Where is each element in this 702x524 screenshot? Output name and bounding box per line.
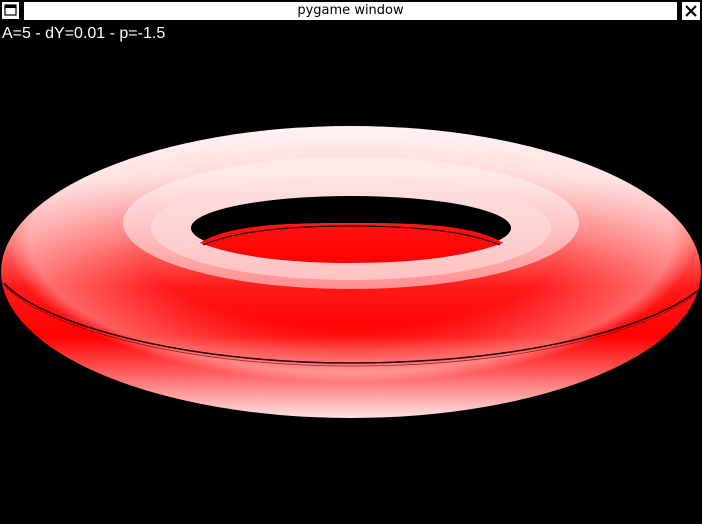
pygame-window: pygame window A=5 - dY=0.01 - p=-1.5 <box>0 0 702 524</box>
render-canvas[interactable]: A=5 - dY=0.01 - p=-1.5 <box>0 23 702 524</box>
close-button[interactable] <box>681 1 701 21</box>
window-menu-icon <box>4 4 17 16</box>
close-icon <box>685 5 697 17</box>
parameter-readout: A=5 - dY=0.01 - p=-1.5 <box>2 25 166 42</box>
torus-scene <box>1 126 701 418</box>
torus-body <box>1 126 701 418</box>
window-title: pygame window <box>23 1 678 21</box>
window-menu-button[interactable] <box>1 1 20 20</box>
title-bar[interactable]: pygame window <box>0 0 702 23</box>
